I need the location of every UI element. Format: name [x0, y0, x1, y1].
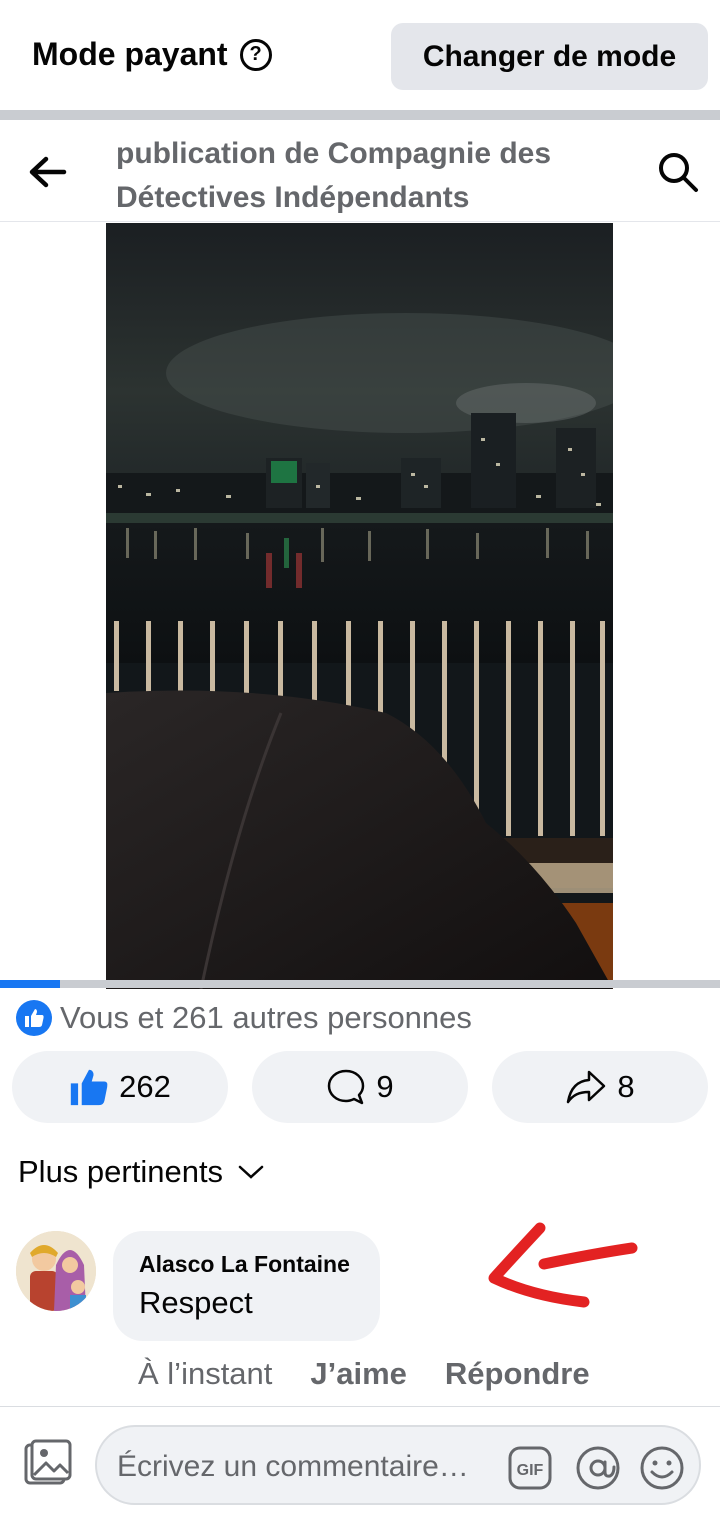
comment-input[interactable]: [117, 1445, 497, 1489]
comment-like-button[interactable]: J’aime: [310, 1356, 407, 1392]
reactions-text: Vous et 261 autres personnes: [60, 1000, 472, 1035]
mode-title-label: Mode payant: [32, 36, 228, 72]
share-count: 8: [617, 1069, 635, 1104]
gallery-icon[interactable]: [22, 1437, 74, 1489]
page-title: publication de Compagnie des Détectives …: [116, 137, 552, 214]
chevron-down-icon: [238, 1165, 264, 1179]
help-icon[interactable]: ?: [239, 38, 272, 71]
video-player[interactable]: [106, 223, 613, 989]
comment-count: 9: [376, 1069, 394, 1104]
comment-author[interactable]: Alasco La Fontaine: [139, 1249, 354, 1279]
arrow-left-icon[interactable]: [26, 152, 70, 192]
like-button[interactable]: 262: [12, 1051, 228, 1123]
comment-time: À l’instant: [138, 1356, 273, 1391]
avatar[interactable]: [16, 1231, 96, 1311]
red-arrow-annotation: [488, 1222, 638, 1308]
video-thumbnail: [106, 223, 613, 989]
share-icon: [567, 1070, 606, 1104]
sort-label: Plus pertinents: [18, 1154, 224, 1189]
like-count: 262: [119, 1069, 171, 1104]
mention-icon[interactable]: [575, 1445, 621, 1491]
search-icon[interactable]: [656, 150, 700, 194]
reactions-summary[interactable]: Vous et 261 autres personnes: [16, 998, 472, 1038]
gif-icon[interactable]: GIF: [507, 1445, 553, 1491]
share-button[interactable]: 8: [492, 1051, 708, 1123]
video-progress-fill: [0, 980, 60, 988]
comment-actions: À l’instant J’aime Répondre: [138, 1356, 590, 1392]
emoji-icon[interactable]: [639, 1445, 685, 1491]
comment-text: Respect: [139, 1285, 253, 1320]
mode-title: Mode payant ?: [32, 36, 272, 73]
post-header: publication de Compagnie des Détectives …: [0, 120, 720, 222]
mode-bar: Mode payant ? Changer de mode: [0, 0, 720, 110]
gif-label: GIF: [517, 1462, 544, 1479]
comment-reply-button[interactable]: Répondre: [445, 1356, 590, 1392]
comment-sort-dropdown[interactable]: Plus pertinents: [18, 1154, 265, 1190]
video-progress[interactable]: [0, 980, 720, 988]
like-reaction-icon: [16, 1000, 52, 1036]
thumbs-up-icon: [70, 1069, 108, 1106]
comment-button[interactable]: 9: [252, 1051, 468, 1123]
comment-icon: [328, 1069, 365, 1105]
comment-input-container[interactable]: GIF: [95, 1425, 701, 1505]
change-mode-button[interactable]: Changer de mode: [391, 23, 708, 90]
avatar-image: [16, 1231, 96, 1311]
comment-bubble[interactable]: Alasco La Fontaine Respect: [113, 1231, 380, 1341]
divider: [0, 110, 720, 120]
comment-composer: GIF: [0, 1406, 720, 1522]
